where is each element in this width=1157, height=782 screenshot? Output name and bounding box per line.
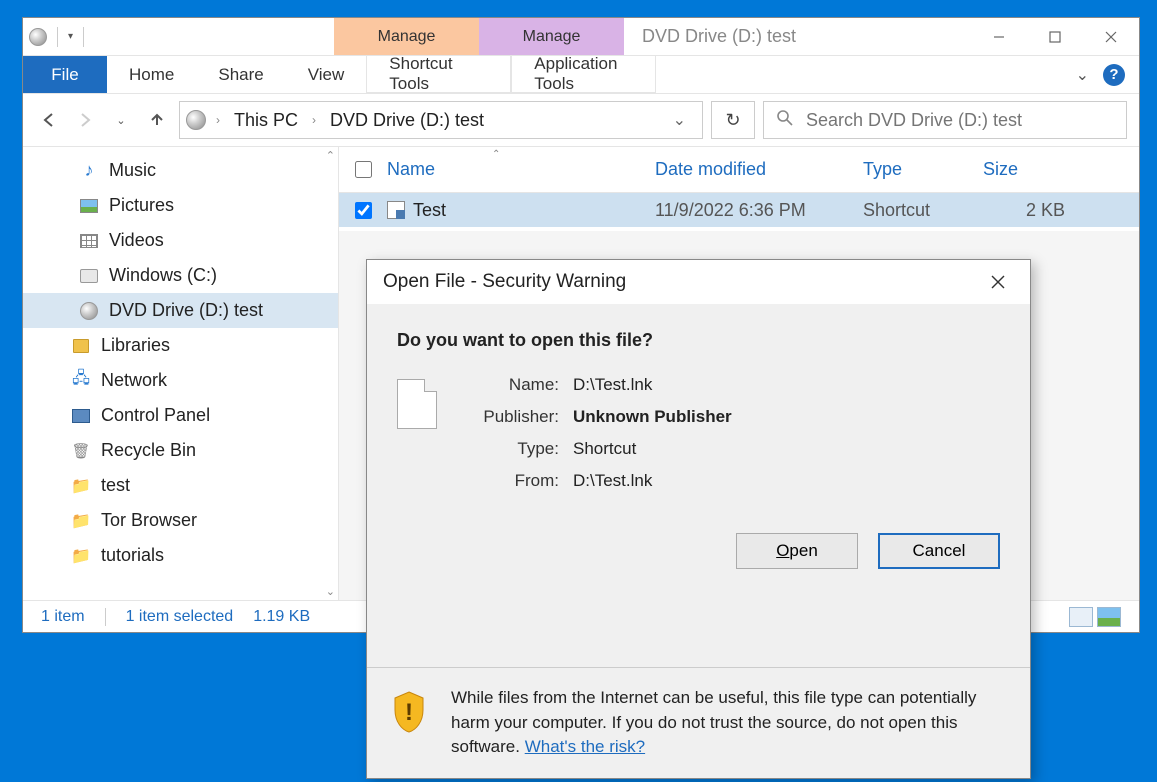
tab-share[interactable]: Share xyxy=(196,56,285,93)
separator xyxy=(105,608,106,626)
open-button[interactable]: Open xyxy=(736,533,858,569)
breadcrumb-dvd-drive[interactable]: DVD Drive (D:) test xyxy=(326,110,488,131)
tab-home[interactable]: Home xyxy=(107,56,196,93)
disc-icon xyxy=(29,28,47,46)
whats-the-risk-link[interactable]: What's the risk? xyxy=(525,737,645,756)
value-type: Shortcut xyxy=(559,439,636,459)
cancel-button[interactable]: Cancel xyxy=(878,533,1000,569)
security-warning-dialog: Open File - Security Warning Do you want… xyxy=(366,259,1031,779)
tab-shortcut-tools[interactable]: Shortcut Tools xyxy=(366,56,511,93)
forward-button[interactable] xyxy=(71,106,99,134)
context-tab-shortcut[interactable]: Manage xyxy=(334,18,479,55)
label-type: Type: xyxy=(463,439,559,459)
breadcrumb-this-pc[interactable]: This PC xyxy=(230,110,302,131)
dialog-question: Do you want to open this file? xyxy=(397,330,1000,351)
shield-warning-icon: ! xyxy=(391,690,427,734)
value-publisher: Unknown Publisher xyxy=(559,407,732,427)
dialog-footer-text: While files from the Internet can be use… xyxy=(451,686,1006,760)
window-title: DVD Drive (D:) test xyxy=(624,18,971,55)
quick-access-toolbar: ▾ xyxy=(23,18,94,55)
dialog-title: Open File - Security Warning xyxy=(383,271,626,293)
tree-item[interactable]: 📁test xyxy=(23,468,338,503)
status-item-count: 1 item xyxy=(41,608,85,626)
tree-item[interactable]: 🖧Network xyxy=(23,363,338,398)
column-date[interactable]: Date modified xyxy=(655,159,863,180)
ribbon-tabs: File Home Share View Shortcut Tools Appl… xyxy=(23,56,1139,93)
select-all-checkbox[interactable] xyxy=(355,161,372,178)
column-type[interactable]: Type xyxy=(863,159,983,180)
refresh-button[interactable]: ↻ xyxy=(711,101,755,139)
disc-icon xyxy=(186,110,206,130)
file-icon xyxy=(397,379,437,429)
dialog-buttons: Open Cancel xyxy=(397,533,1000,569)
ribbon-expand-icon[interactable]: ⌄ xyxy=(1076,65,1089,85)
separator xyxy=(83,27,84,47)
tree-item[interactable]: DVD Drive (D:) test xyxy=(23,293,338,328)
label-name: Name: xyxy=(463,375,559,395)
shortcut-file-icon xyxy=(387,201,405,219)
scroll-up-icon[interactable]: ⌃ xyxy=(326,149,335,162)
scroll-down-icon[interactable]: ⌄ xyxy=(326,585,335,598)
tree-item[interactable]: Videos xyxy=(23,223,338,258)
status-selected-count: 1 item selected xyxy=(126,608,234,626)
window-controls xyxy=(971,18,1139,55)
value-name: D:\Test.lnk xyxy=(559,375,652,395)
thumbnails-view-button[interactable] xyxy=(1097,607,1121,627)
context-tab-application[interactable]: Manage xyxy=(479,18,624,55)
dialog-close-button[interactable] xyxy=(982,266,1014,298)
qat-dropdown-icon[interactable]: ▾ xyxy=(68,31,73,42)
recent-dropdown-icon[interactable]: ⌄ xyxy=(107,106,135,134)
chevron-right-icon[interactable]: › xyxy=(212,113,224,127)
close-button[interactable] xyxy=(1083,18,1139,55)
value-from: D:\Test.lnk xyxy=(559,471,652,491)
tab-application-tools[interactable]: Application Tools xyxy=(511,56,656,93)
up-button[interactable] xyxy=(143,106,171,134)
tree-item[interactable]: Pictures xyxy=(23,188,338,223)
details-view-button[interactable] xyxy=(1069,607,1093,627)
dialog-file-info: Name:D:\Test.lnk Publisher:Unknown Publi… xyxy=(397,375,1000,503)
search-box[interactable] xyxy=(763,101,1127,139)
address-dropdown-icon[interactable]: ⌄ xyxy=(663,110,696,130)
tree-item[interactable]: 🗑Recycle Bin xyxy=(23,433,338,468)
tree-item[interactable]: ♪Music xyxy=(23,153,338,188)
dialog-footer: ! While files from the Internet can be u… xyxy=(367,667,1030,778)
view-switcher xyxy=(1069,607,1121,627)
label-publisher: Publisher: xyxy=(463,407,559,427)
column-size[interactable]: Size xyxy=(983,159,1073,180)
svg-text:!: ! xyxy=(405,699,413,726)
dialog-title-bar: Open File - Security Warning xyxy=(367,260,1030,304)
column-headers: ⌃Name Date modified Type Size xyxy=(339,147,1139,193)
title-bar: ▾ Manage Manage DVD Drive (D:) test xyxy=(23,18,1139,56)
chevron-right-icon[interactable]: › xyxy=(308,113,320,127)
column-name[interactable]: ⌃Name xyxy=(387,159,655,180)
tree-item[interactable]: 📁Tor Browser xyxy=(23,503,338,538)
file-row[interactable]: Test11/9/2022 6:36 PMShortcut2 KB xyxy=(339,193,1139,227)
search-icon xyxy=(776,109,794,132)
separator xyxy=(57,27,58,47)
back-button[interactable] xyxy=(35,106,63,134)
maximize-button[interactable] xyxy=(1027,18,1083,55)
tab-view[interactable]: View xyxy=(286,56,367,93)
help-icon[interactable]: ? xyxy=(1103,64,1125,86)
tree-item[interactable]: 📁tutorials xyxy=(23,538,338,573)
navigation-tree[interactable]: ⌃ ♪MusicPicturesVideosWindows (C:)DVD Dr… xyxy=(23,147,339,600)
search-input[interactable] xyxy=(806,110,1114,131)
dialog-body: Do you want to open this file? Name:D:\T… xyxy=(367,304,1030,667)
row-checkbox[interactable] xyxy=(355,202,372,219)
status-selected-size: 1.19 KB xyxy=(253,608,310,626)
minimize-button[interactable] xyxy=(971,18,1027,55)
address-bar[interactable]: › This PC › DVD Drive (D:) test ⌄ xyxy=(179,101,703,139)
tab-file[interactable]: File xyxy=(23,56,107,93)
tree-item[interactable]: Control Panel xyxy=(23,398,338,433)
sort-asc-icon: ⌃ xyxy=(492,149,500,160)
label-from: From: xyxy=(463,471,559,491)
tree-item[interactable]: Windows (C:) xyxy=(23,258,338,293)
navigation-bar: ⌄ › This PC › DVD Drive (D:) test ⌄ ↻ xyxy=(23,93,1139,147)
tree-item[interactable]: Libraries xyxy=(23,328,338,363)
